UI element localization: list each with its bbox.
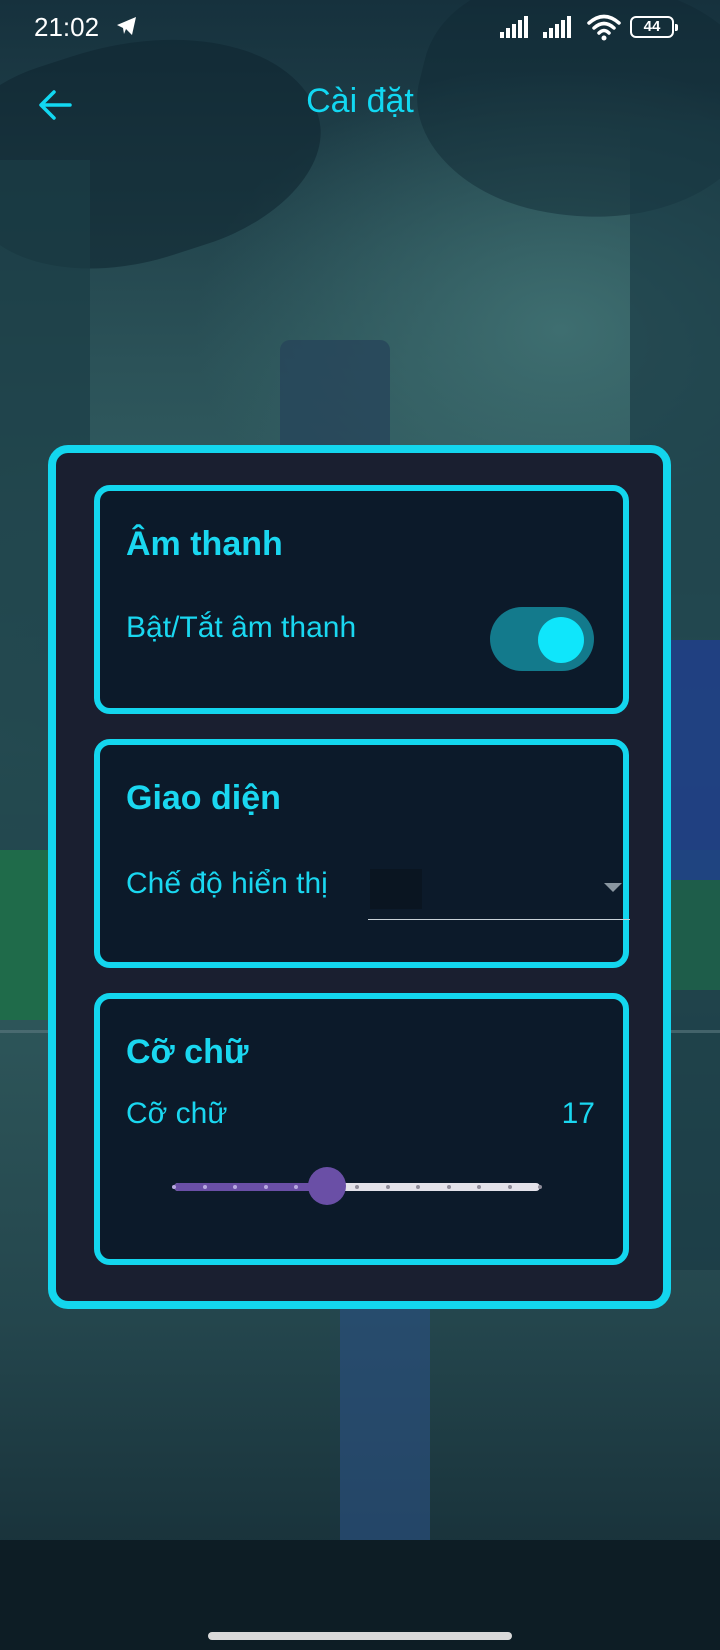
slider-tick — [172, 1185, 176, 1189]
telegram-icon — [117, 17, 136, 35]
slider-active-track — [174, 1183, 327, 1191]
status-bar: 21:02 44 — [0, 0, 720, 54]
page-title: Cài đặt — [306, 82, 414, 120]
slider-tick — [233, 1185, 237, 1189]
dropdown-arrow-icon[interactable] — [604, 883, 622, 892]
slider-tick — [294, 1185, 298, 1189]
signal-icon — [543, 16, 571, 38]
sound-toggle-label: Bật/Tắt âm thanh — [126, 611, 357, 644]
dropdown-value — [370, 869, 422, 909]
battery-level: 44 — [643, 18, 661, 35]
signal-icon — [500, 16, 528, 38]
battery-icon: 44 — [630, 16, 678, 38]
section-title: Giao diện — [126, 779, 281, 817]
slider-tick — [263, 1185, 268, 1189]
sound-toggle[interactable] — [490, 607, 594, 671]
slider-tick — [446, 1185, 451, 1189]
slider-tick — [355, 1185, 359, 1189]
font-size-slider[interactable] — [172, 1167, 542, 1207]
slider-tick — [202, 1185, 207, 1189]
wifi-icon — [587, 14, 621, 41]
slider-tick — [477, 1185, 481, 1189]
settings-card: Âm thanh Bật/Tắt âm thanh Giao diện Chế … — [48, 445, 671, 1309]
slider-tick — [416, 1185, 420, 1189]
section-title: Âm thanh — [126, 525, 283, 563]
font-size-label: Cỡ chữ — [126, 1097, 228, 1130]
toggle-knob — [538, 617, 584, 663]
status-time: 21:02 — [34, 12, 100, 42]
slider-tick — [538, 1185, 542, 1189]
slider-tick — [507, 1185, 512, 1189]
font-size-section: Cỡ chữ Cỡ chữ 17 — [94, 993, 629, 1265]
sound-section: Âm thanh Bật/Tắt âm thanh — [94, 485, 629, 714]
display-mode-dropdown[interactable] — [368, 859, 630, 920]
display-mode-label: Chế độ hiển thị — [126, 867, 328, 900]
section-title: Cỡ chữ — [126, 1033, 249, 1071]
font-size-value: 17 — [561, 1097, 595, 1130]
appearance-section: Giao diện Chế độ hiển thị — [94, 739, 630, 968]
slider-tick — [385, 1185, 390, 1189]
home-indicator[interactable] — [208, 1632, 512, 1640]
slider-thumb[interactable] — [307, 1167, 346, 1205]
